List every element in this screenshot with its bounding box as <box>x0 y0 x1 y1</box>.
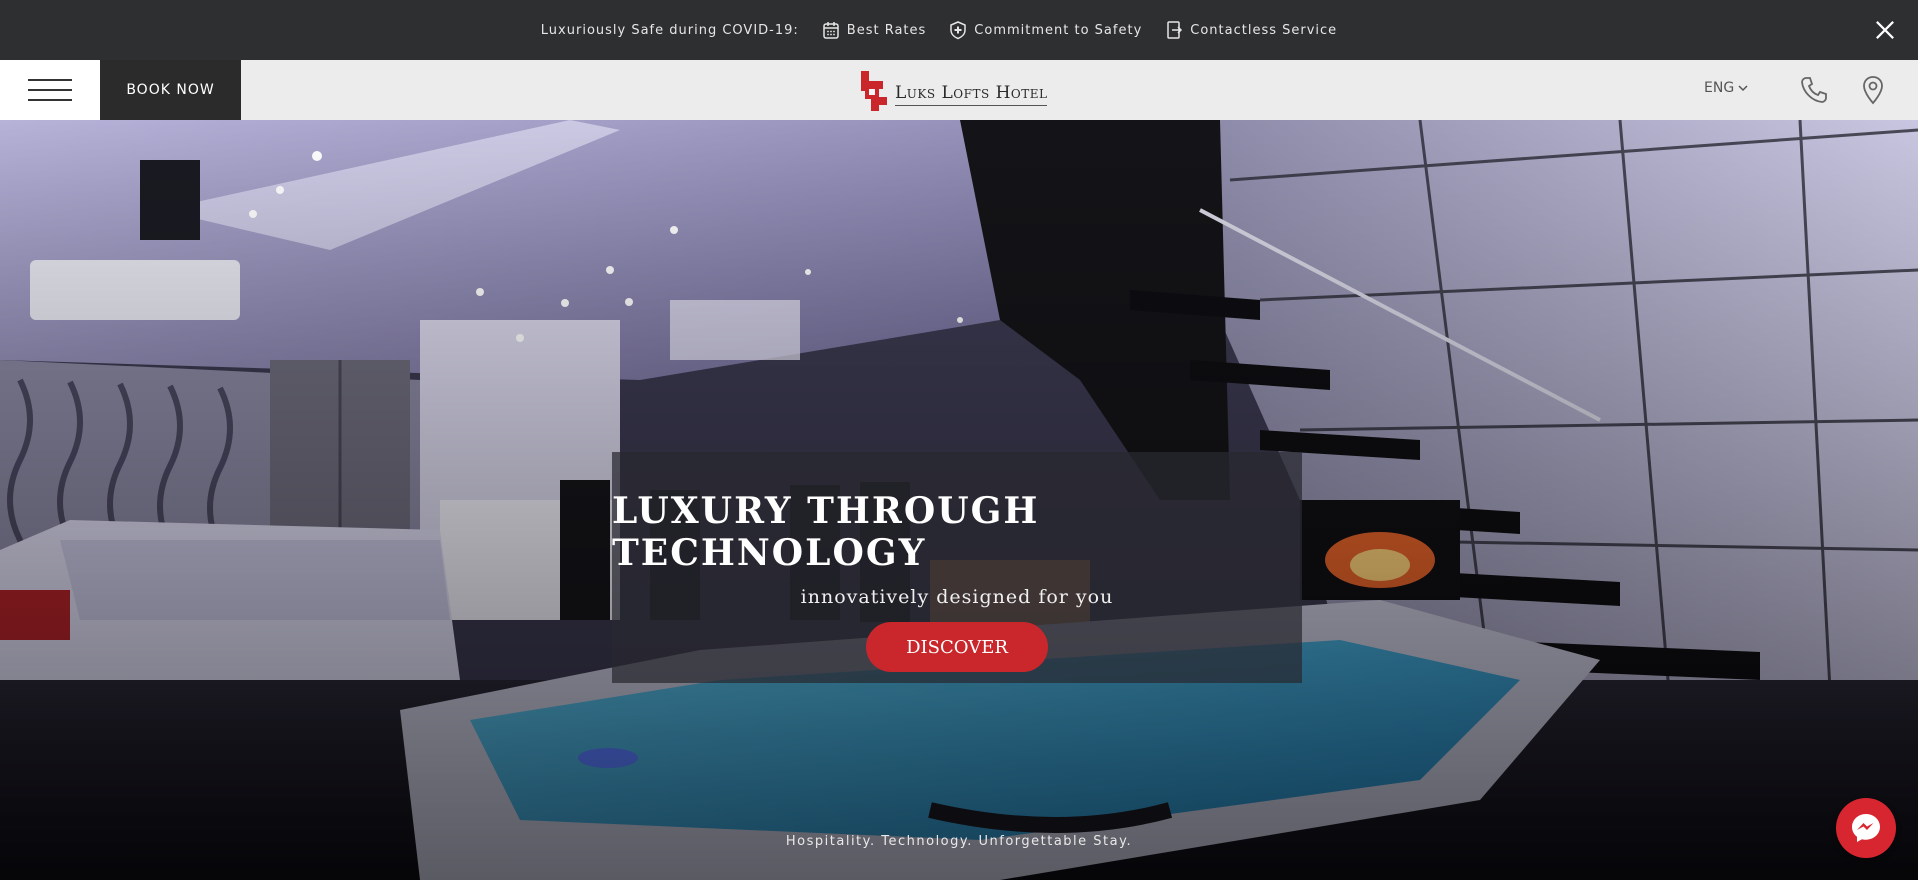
site-header: BOOK NOW Luks Lofts Hotel ENG <box>0 60 1918 120</box>
close-icon <box>1876 21 1894 39</box>
announcement-commitment-safety[interactable]: Commitment to Safety <box>948 20 1142 40</box>
close-announcement-button[interactable] <box>1870 15 1900 45</box>
best-rates-label: Best Rates <box>846 22 927 38</box>
commitment-safety-label: Commitment to Safety <box>974 22 1143 38</box>
hero-text-panel: LUXURY THROUGH TECHNOLOGY innovatively d… <box>612 452 1302 683</box>
contactless-door-icon <box>1167 21 1183 39</box>
language-selector[interactable]: ENG <box>1704 80 1748 96</box>
hotel-logo[interactable]: Luks Lofts Hotel <box>855 68 1048 114</box>
covid-announcement-bar: Luxuriously Safe during COVID-19: Best R… <box>0 0 1918 60</box>
location-pin-icon[interactable] <box>1857 74 1889 106</box>
announcement-contactless-service[interactable]: Contactless Service <box>1164 20 1337 40</box>
messenger-icon <box>1852 814 1880 842</box>
shield-plus-icon <box>950 21 967 40</box>
menu-button[interactable] <box>0 60 100 120</box>
messenger-chat-button[interactable] <box>1836 798 1896 858</box>
discover-button[interactable]: DISCOVER <box>866 622 1048 672</box>
announcement-items: Luxuriously Safe during COVID-19: Best R… <box>541 20 1337 40</box>
contactless-service-label: Contactless Service <box>1190 22 1338 38</box>
logo-mark-icon <box>861 71 887 111</box>
announcement-intro: Luxuriously Safe during COVID-19: <box>540 22 799 38</box>
hamburger-line <box>28 99 72 101</box>
hamburger-line <box>28 79 72 81</box>
logo-text: Luks Lofts Hotel <box>895 83 1048 106</box>
chevron-down-icon <box>1738 85 1748 92</box>
hamburger-line <box>28 89 72 91</box>
language-label: ENG <box>1704 80 1735 96</box>
hero-subheadline: innovatively designed for you <box>800 586 1114 608</box>
hero-headline: LUXURY THROUGH TECHNOLOGY <box>612 490 1040 574</box>
announcement-best-rates[interactable]: Best Rates <box>821 20 927 40</box>
calendar-icon <box>823 22 839 39</box>
hero-section: LUXURY THROUGH TECHNOLOGY innovatively d… <box>0 120 1918 880</box>
book-now-button[interactable]: BOOK NOW <box>100 60 241 120</box>
hero-tagline: Hospitality. Technology. Unforgettable S… <box>785 834 1133 849</box>
phone-icon[interactable] <box>1798 74 1830 106</box>
